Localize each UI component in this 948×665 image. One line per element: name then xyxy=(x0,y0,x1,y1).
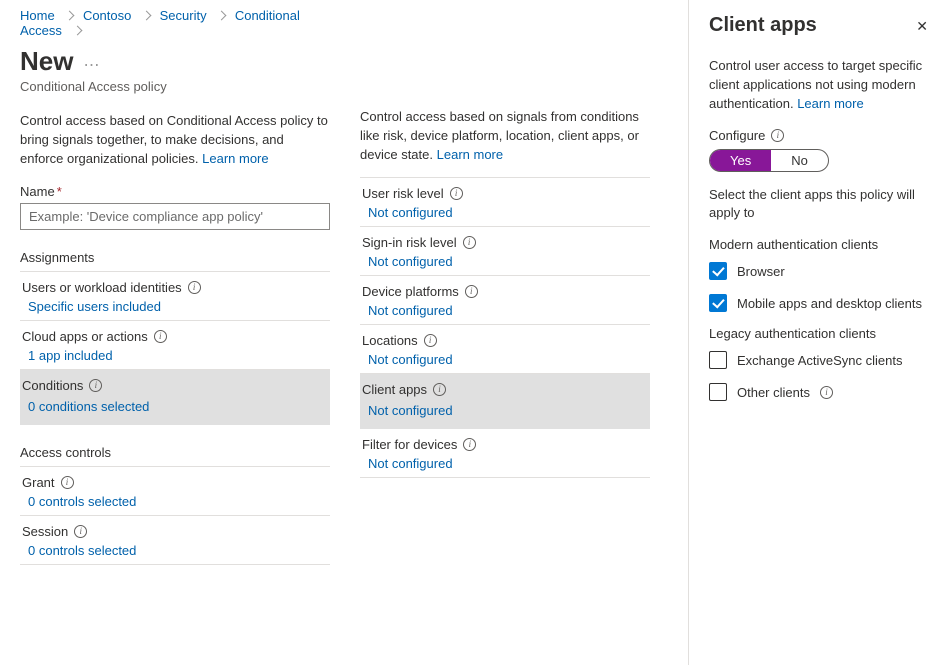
row-session-label: Session xyxy=(22,524,68,539)
configure-toggle[interactable]: Yes No xyxy=(709,149,829,172)
info-icon[interactable]: i xyxy=(450,187,463,200)
info-icon[interactable]: i xyxy=(820,386,833,399)
row-signin-risk-value: Not configured xyxy=(362,254,648,269)
row-user-risk-value: Not configured xyxy=(362,205,648,220)
info-icon[interactable]: i xyxy=(154,330,167,343)
row-conditions-label: Conditions xyxy=(22,378,83,393)
more-icon[interactable]: ⋯ xyxy=(83,55,100,75)
chevron-right-icon xyxy=(64,8,73,23)
info-icon[interactable]: i xyxy=(188,281,201,294)
modern-auth-heading: Modern authentication clients xyxy=(709,237,928,252)
assignments-heading: Assignments xyxy=(20,250,330,272)
info-icon[interactable]: i xyxy=(771,129,784,142)
row-conditions-value: 0 conditions selected xyxy=(22,397,328,418)
access-controls-heading: Access controls xyxy=(20,445,330,467)
panel-intro: Control user access to target specific c… xyxy=(709,57,928,114)
breadcrumb-security[interactable]: Security xyxy=(160,8,207,23)
row-filter-value: Not configured xyxy=(362,456,648,471)
row-platforms-label: Device platforms xyxy=(362,284,459,299)
row-platforms-value: Not configured xyxy=(362,303,648,318)
info-icon[interactable]: i xyxy=(433,383,446,396)
checkbox-icon xyxy=(709,351,727,369)
chevron-right-icon xyxy=(72,23,81,38)
conditions-intro: Control access based on signals from con… xyxy=(360,108,650,178)
row-user-risk-label: User risk level xyxy=(362,186,444,201)
checkbox-icon xyxy=(709,383,727,401)
row-signin-risk[interactable]: Sign-in risk level i Not configured xyxy=(360,227,650,276)
checkbox-icon xyxy=(709,262,727,280)
row-grant[interactable]: Grant i 0 controls selected xyxy=(20,467,330,516)
row-session-value: 0 controls selected xyxy=(22,543,328,558)
row-filter-label: Filter for devices xyxy=(362,437,457,452)
row-client-apps-label: Client apps xyxy=(362,382,427,397)
row-filter-devices[interactable]: Filter for devices i Not configured xyxy=(360,429,650,478)
row-conditions[interactable]: Conditions i 0 conditions selected xyxy=(20,370,330,425)
learn-more-link[interactable]: Learn more xyxy=(202,151,268,166)
page-title: New xyxy=(20,46,73,77)
page-subtitle: Conditional Access policy xyxy=(20,79,330,94)
breadcrumb: Home Contoso Security Conditional Access xyxy=(20,8,330,38)
row-grant-label: Grant xyxy=(22,475,55,490)
row-users[interactable]: Users or workload identities i Specific … xyxy=(20,272,330,321)
checkbox-eas[interactable]: Exchange ActiveSync clients xyxy=(709,351,928,369)
panel-title: Client apps xyxy=(709,14,928,37)
checkbox-mobile-desktop[interactable]: Mobile apps and desktop clients xyxy=(709,294,928,312)
chevron-right-icon xyxy=(141,8,150,23)
configure-label: Configure i xyxy=(709,128,928,143)
row-session[interactable]: Session i 0 controls selected xyxy=(20,516,330,565)
name-input[interactable] xyxy=(20,203,330,230)
info-icon[interactable]: i xyxy=(424,334,437,347)
row-client-apps-value: Not configured xyxy=(362,401,648,422)
checkbox-mobile-label: Mobile apps and desktop clients xyxy=(737,296,922,311)
legacy-auth-heading: Legacy authentication clients xyxy=(709,326,928,341)
learn-more-link[interactable]: Learn more xyxy=(437,147,503,162)
info-icon[interactable]: i xyxy=(465,285,478,298)
row-locations-label: Locations xyxy=(362,333,418,348)
info-icon[interactable]: i xyxy=(463,236,476,249)
info-icon[interactable]: i xyxy=(463,438,476,451)
row-client-apps[interactable]: Client apps i Not configured xyxy=(360,374,650,429)
client-apps-panel: ✕ Client apps Control user access to tar… xyxy=(688,0,948,665)
info-icon[interactable]: i xyxy=(89,379,102,392)
intro-text: Control access based on Conditional Acce… xyxy=(20,112,330,169)
row-device-platforms[interactable]: Device platforms i Not configured xyxy=(360,276,650,325)
checkbox-browser[interactable]: Browser xyxy=(709,262,928,280)
checkbox-other-label: Other clients xyxy=(737,385,810,400)
checkbox-eas-label: Exchange ActiveSync clients xyxy=(737,353,902,368)
checkbox-other-clients[interactable]: Other clients i xyxy=(709,383,928,401)
row-cloud-apps[interactable]: Cloud apps or actions i 1 app included xyxy=(20,321,330,370)
toggle-yes[interactable]: Yes xyxy=(710,150,771,171)
row-cloud-label: Cloud apps or actions xyxy=(22,329,148,344)
row-users-label: Users or workload identities xyxy=(22,280,182,295)
breadcrumb-home[interactable]: Home xyxy=(20,8,55,23)
row-locations[interactable]: Locations i Not configured xyxy=(360,325,650,374)
row-signin-risk-label: Sign-in risk level xyxy=(362,235,457,250)
row-users-value: Specific users included xyxy=(22,299,328,314)
checkbox-browser-label: Browser xyxy=(737,264,785,279)
info-icon[interactable]: i xyxy=(74,525,87,538)
row-locations-value: Not configured xyxy=(362,352,648,367)
info-icon[interactable]: i xyxy=(61,476,74,489)
select-apps-text: Select the client apps this policy will … xyxy=(709,186,928,224)
row-grant-value: 0 controls selected xyxy=(22,494,328,509)
row-cloud-value: 1 app included xyxy=(22,348,328,363)
row-user-risk[interactable]: User risk level i Not configured xyxy=(360,178,650,227)
learn-more-link[interactable]: Learn more xyxy=(797,96,863,111)
breadcrumb-contoso[interactable]: Contoso xyxy=(83,8,131,23)
close-icon[interactable]: ✕ xyxy=(914,16,930,37)
toggle-no[interactable]: No xyxy=(771,150,828,171)
chevron-right-icon xyxy=(216,8,225,23)
checkbox-icon xyxy=(709,294,727,312)
name-label: Name* xyxy=(20,184,330,199)
